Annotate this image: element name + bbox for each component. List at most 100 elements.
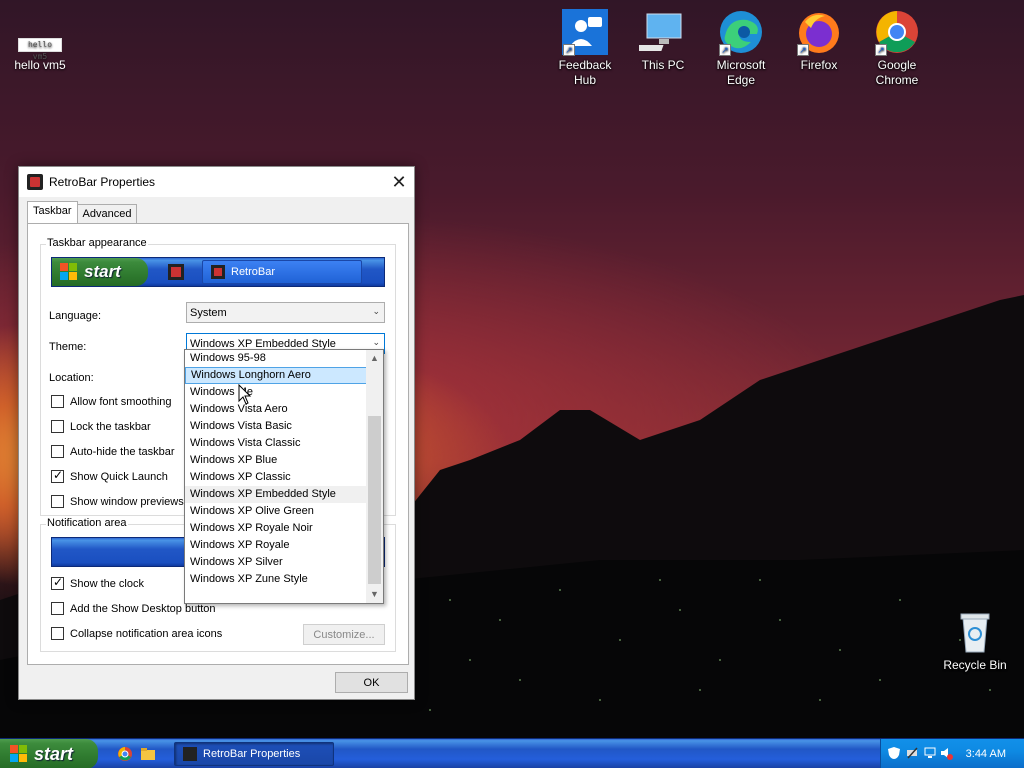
checkbox-show-window-previews[interactable]: Show window previews — [51, 495, 184, 508]
theme-option[interactable]: Windows Vista Basic — [185, 418, 367, 435]
checkbox-allow-font-smoothing[interactable]: Allow font smoothing — [51, 395, 172, 408]
usb-device-icon[interactable] — [905, 746, 919, 760]
theme-option[interactable]: Windows XP Embedded Style — [185, 486, 367, 503]
preview-start-button: start — [52, 258, 148, 286]
desktop-icon-label: Feedback Hub — [558, 58, 612, 87]
checkbox-box[interactable] — [51, 445, 64, 458]
scroll-down-icon[interactable]: ▼ — [366, 586, 383, 603]
desktop-icon-label: Google Chrome — [875, 58, 919, 87]
preview-task-label: RetroBar — [231, 266, 276, 278]
this-pc-icon — [627, 8, 687, 56]
theme-option[interactable]: Windows XP Classic — [185, 469, 367, 486]
language-select[interactable]: System ⌄ — [186, 302, 385, 323]
taskbar-button-retrobar-properties[interactable]: RetroBar Properties — [174, 742, 334, 766]
checkbox-auto-hide[interactable]: Auto-hide the taskbar — [51, 445, 175, 458]
checkbox-box[interactable] — [51, 495, 64, 508]
theme-option[interactable]: Windows XP Royale — [185, 537, 367, 554]
ok-button[interactable]: OK — [335, 672, 408, 693]
retrobar-quicklaunch-icon — [168, 264, 184, 280]
scrollbar-thumb[interactable] — [368, 416, 381, 584]
retrobar-app-icon — [27, 174, 43, 190]
windows-flag-icon — [10, 745, 28, 763]
taskbar-button-label: RetroBar Properties — [203, 748, 301, 760]
theme-option[interactable]: Windows Vista Classic — [185, 435, 367, 452]
theme-value: Windows XP Embedded Style — [190, 337, 336, 350]
text-file-thumbnail: hello vm5 — [18, 38, 62, 61]
checkbox-collapse-notification-icons[interactable]: Collapse notification area icons — [51, 627, 222, 640]
checkbox-label: Auto-hide the taskbar — [70, 445, 175, 458]
preview-start-label: start — [84, 262, 121, 281]
theme-option[interactable]: Windows XP Olive Green — [185, 503, 367, 520]
retrobar-icon — [211, 265, 225, 279]
desktop-icon-recycle-bin[interactable]: Recycle Bin — [938, 608, 1012, 673]
checkbox-label: Lock the taskbar — [70, 420, 151, 433]
edge-icon: ↗ — [717, 8, 765, 56]
tab-advanced[interactable]: Advanced — [76, 204, 138, 223]
desktop-icon-chrome[interactable]: ↗ Google Chrome — [860, 8, 934, 88]
recycle-bin-icon — [951, 608, 999, 656]
desktop-icon-label: Microsoft Edge — [716, 58, 766, 87]
desktop-icon-label: Recycle Bin — [943, 658, 1007, 672]
desktop-item-hello-vm5[interactable]: hello vm5 hello vm5 — [10, 38, 70, 72]
language-label: Language: — [49, 310, 101, 322]
checkbox-box[interactable] — [51, 575, 64, 590]
windows-flag-icon — [60, 263, 78, 281]
tab-taskbar[interactable]: Taskbar — [27, 201, 78, 223]
checkbox-box[interactable] — [51, 602, 64, 615]
checkbox-show-clock[interactable]: Show the clock — [51, 575, 144, 590]
theme-option[interactable]: Windows 95-98 — [185, 350, 367, 367]
theme-option[interactable]: Windows Vista Aero — [185, 401, 367, 418]
network-icon[interactable] — [923, 746, 937, 760]
dialog-title: RetroBar Properties — [49, 175, 156, 189]
chevron-down-icon: ⌄ — [372, 306, 380, 316]
desktop-icon-this-pc[interactable]: This PC — [626, 8, 700, 73]
theme-option[interactable]: Windows XP Blue — [185, 452, 367, 469]
group-legend: Notification area — [46, 517, 128, 529]
checkbox-box[interactable] — [51, 468, 64, 483]
mouse-cursor-icon — [238, 384, 252, 405]
checkbox-label: Allow font smoothing — [70, 395, 172, 408]
theme-dropdown-list: Windows 95-98 Windows Longhorn Aero Window… — [184, 349, 384, 604]
checkbox-show-quick-launch[interactable]: Show Quick Launch — [51, 468, 168, 483]
desktop-icon-firefox[interactable]: ↗ Firefox — [782, 8, 856, 73]
firefox-icon: ↗ — [795, 8, 843, 56]
checkbox-lock-taskbar[interactable]: Lock the taskbar — [51, 420, 151, 433]
dialog-titlebar[interactable]: RetroBar Properties ✕ — [19, 167, 414, 197]
theme-option[interactable]: Windows XP Silver — [185, 554, 367, 571]
dropdown-scrollbar[interactable]: ▲ ▼ — [366, 350, 383, 603]
retrobar-icon — [183, 747, 197, 761]
start-button[interactable]: start — [0, 739, 98, 768]
chrome-icon[interactable] — [117, 746, 133, 762]
checkbox-label: Show the clock — [70, 577, 144, 590]
security-shield-icon[interactable] — [887, 746, 901, 760]
desktop-item-label: hello vm5 — [14, 58, 66, 72]
file-explorer-icon[interactable] — [140, 746, 156, 762]
location-label: Location: — [49, 372, 94, 384]
desktop-icon-label: This PC — [641, 58, 685, 72]
checkbox-label: Add the Show Desktop button — [70, 602, 216, 615]
checkbox-box[interactable] — [51, 420, 64, 433]
close-icon: ✕ — [391, 171, 407, 192]
theme-option[interactable]: Windows XP Zune Style — [185, 571, 367, 588]
taskbar: start RetroBar Properties 3:44 AM — [0, 738, 1024, 768]
tab-strip: Taskbar Advanced — [27, 201, 138, 223]
theme-label: Theme: — [49, 341, 87, 353]
notification-area: 3:44 AM — [880, 739, 1024, 768]
customize-button[interactable]: Customize... — [303, 624, 385, 645]
theme-option[interactable]: Windows Me — [185, 384, 367, 401]
desktop-icon-feedback-hub[interactable]: ↗ Feedback Hub — [548, 8, 622, 88]
start-label: start — [34, 743, 74, 764]
language-value: System — [190, 306, 227, 319]
checkbox-box[interactable] — [51, 627, 64, 640]
volume-muted-icon[interactable] — [939, 746, 953, 760]
theme-option[interactable]: Windows Longhorn Aero — [185, 367, 367, 384]
group-legend: Taskbar appearance — [46, 237, 148, 249]
scroll-up-icon[interactable]: ▲ — [366, 350, 383, 367]
dropdown-items: Windows 95-98 Windows Longhorn Aero Window… — [185, 350, 383, 588]
close-button[interactable]: ✕ — [384, 167, 414, 197]
clock[interactable]: 3:44 AM — [966, 748, 1006, 760]
checkbox-box[interactable] — [51, 395, 64, 408]
feedback-hub-icon: ↗ — [561, 8, 609, 56]
theme-option[interactable]: Windows XP Royale Noir — [185, 520, 367, 537]
desktop-icon-edge[interactable]: ↗ Microsoft Edge — [704, 8, 778, 88]
